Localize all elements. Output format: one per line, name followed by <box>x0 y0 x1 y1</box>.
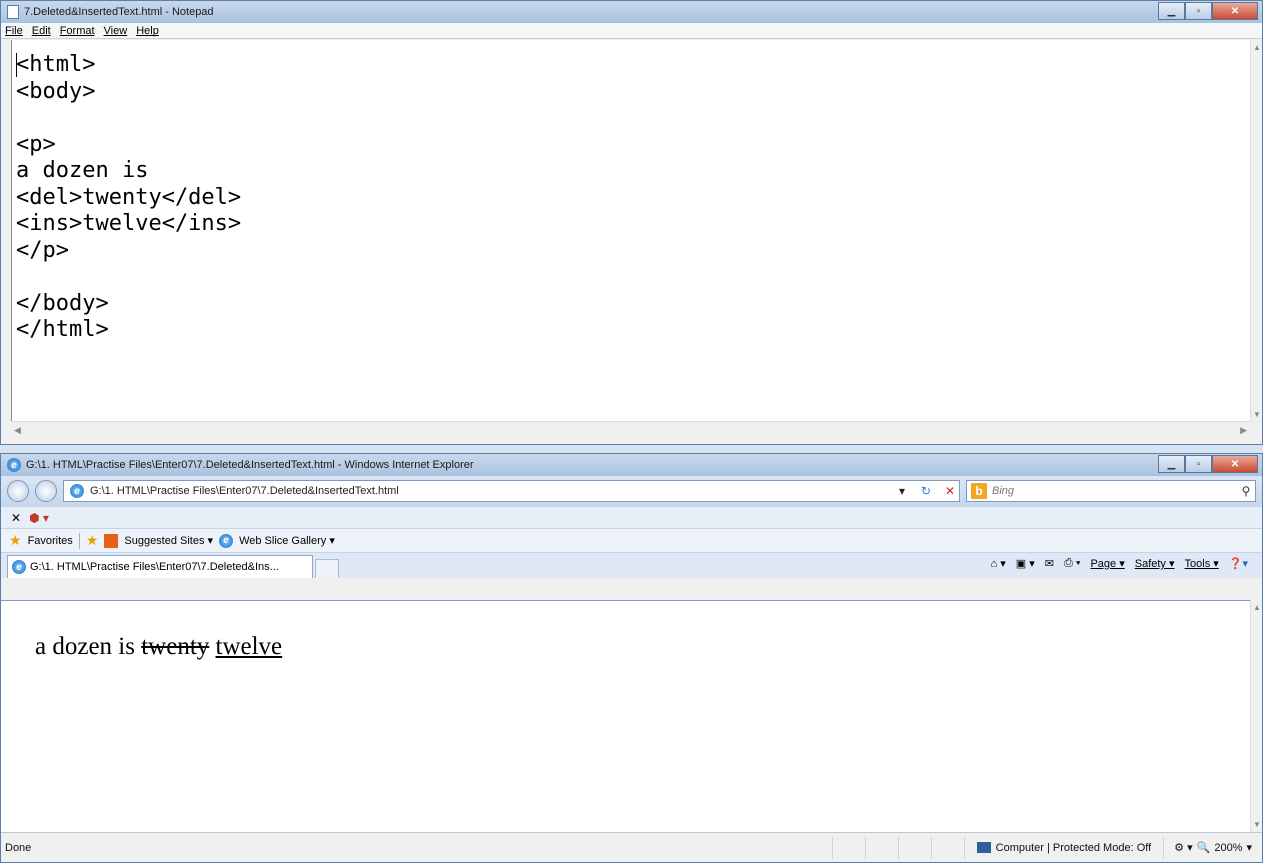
separator <box>78 532 80 549</box>
plain-text: a dozen is <box>35 633 135 660</box>
scroll-up-icon[interactable]: ▲ <box>1253 43 1261 52</box>
close-toolbar-icon[interactable]: ✕ <box>11 511 21 525</box>
scroll-down-icon[interactable]: ▼ <box>1253 820 1261 829</box>
notepad-horizontal-scrollbar[interactable]: ◀ ▶ <box>11 421 1250 438</box>
maximize-button[interactable]: ▫ <box>1185 2 1212 20</box>
favorites-star-icon: ★ <box>9 532 22 548</box>
notepad-vertical-scrollbar[interactable]: ▲ ▼ <box>1250 40 1262 422</box>
bing-logo-icon: b <box>971 483 987 499</box>
favorites-bar: ★ Favorites ★ Suggested Sites ▾ e Web Sl… <box>1 528 1262 552</box>
addon-icon[interactable]: ⬢ ▾ <box>29 511 49 525</box>
code-line: </body> <box>16 290 109 316</box>
back-button[interactable] <box>7 480 29 502</box>
menu-format[interactable]: Format <box>60 25 95 37</box>
security-zone[interactable]: Computer | Protected Mode: Off <box>963 836 1164 859</box>
notepad-text-area[interactable]: <html> <body> <p> a dozen is <del>twenty… <box>11 40 1250 422</box>
zoom-control[interactable]: ⚙ ▾ 🔍 200% ▾ <box>1163 836 1262 859</box>
source-code: <html> <body> <p> a dozen is <del>twenty… <box>12 40 1250 344</box>
code-line: <p> <box>16 131 56 157</box>
menu-file[interactable]: File <box>5 25 23 37</box>
code-line: a dozen is <box>16 158 149 183</box>
code-line: </html> <box>16 317 109 342</box>
menu-edit[interactable]: Edit <box>32 25 51 37</box>
minimize-button[interactable]: ▁ <box>1158 2 1185 20</box>
zone-text: Computer | Protected Mode: Off <box>995 841 1152 854</box>
code-line: <del>twenty</del> <box>16 184 242 210</box>
address-row: e G:\1. HTML\Practise Files\Enter07\7.De… <box>1 476 1262 506</box>
tools-menu[interactable]: Tools ▾ <box>1185 557 1219 570</box>
notepad-menubar: File Edit Format View Help <box>1 23 1262 39</box>
address-text: G:\1. HTML\Practise Files\Enter07\7.Dele… <box>90 485 399 497</box>
stop-icon[interactable]: ✕ <box>941 482 959 500</box>
close-button[interactable]: ✕ <box>1212 2 1258 20</box>
minimize-button[interactable]: ▁ <box>1158 455 1185 473</box>
maximize-button[interactable]: ▫ <box>1185 455 1212 473</box>
protected-mode-icon[interactable]: ⚙ ▾ <box>1174 841 1192 854</box>
notepad-window: 7.Deleted&InsertedText.html - Notepad ▁ … <box>0 0 1263 445</box>
safety-menu[interactable]: Safety ▾ <box>1135 557 1175 570</box>
ie-titlebar[interactable]: e G:\1. HTML\Practise Files\Enter07\7.De… <box>1 454 1262 476</box>
zoom-level: 200% <box>1214 841 1243 854</box>
search-icon[interactable]: ⚲ <box>1237 482 1255 500</box>
menu-help[interactable]: Help <box>136 25 159 37</box>
home-icon[interactable]: ⌂ ▾ <box>991 557 1006 570</box>
notepad-titlebar[interactable]: 7.Deleted&InsertedText.html - Notepad ▁ … <box>1 1 1262 23</box>
code-line: <body> <box>16 78 96 104</box>
web-slice-icon: e <box>219 533 234 548</box>
page-menu[interactable]: Page ▾ <box>1090 557 1124 570</box>
print-icon[interactable]: ⎙ ▾ <box>1064 557 1080 570</box>
code-line: <ins>twelve</ins> <box>16 211 242 236</box>
mail-icon[interactable]: ✉ <box>1045 557 1054 570</box>
search-box[interactable]: b Bing ⚲ <box>966 480 1256 502</box>
search-placeholder: Bing <box>992 485 1015 497</box>
ie-title: G:\1. HTML\Practise Files\Enter07\7.Dele… <box>26 459 474 471</box>
forward-button[interactable] <box>35 480 57 502</box>
suggested-sites-icon <box>104 533 119 548</box>
tab-title: G:\1. HTML\Practise Files\Enter07\7.Dele… <box>30 561 279 573</box>
web-slice-gallery-link[interactable]: Web Slice Gallery ▾ <box>239 534 335 547</box>
window-controls: ▁ ▫ ✕ <box>1158 455 1258 473</box>
ie-vertical-scrollbar[interactable]: ▲ ▼ <box>1250 600 1262 832</box>
menu-view[interactable]: View <box>104 25 128 37</box>
command-row: ✕ ⬢ ▾ <box>1 506 1262 528</box>
code-line: </p> <box>16 237 69 263</box>
computer-icon <box>976 842 991 853</box>
zoom-dropdown-icon[interactable]: ▾ <box>1246 841 1252 854</box>
scroll-up-icon[interactable]: ▲ <box>1253 603 1261 612</box>
deleted-text: twenty <box>141 633 210 660</box>
status-text: Done <box>5 841 32 854</box>
command-bar: ⌂ ▾ ▣ ▾ ✉ ⎙ ▾ Page ▾ Safety ▾ Tools ▾ ❓▾ <box>991 557 1248 570</box>
rendered-paragraph: a dozen is twenty twelve <box>1 601 1250 661</box>
window-controls: ▁ ▫ ✕ <box>1158 2 1258 20</box>
feeds-icon[interactable]: ▣ ▾ <box>1016 557 1035 570</box>
tab-page-icon: e <box>12 560 26 574</box>
help-icon[interactable]: ❓▾ <box>1229 557 1248 570</box>
code-line: <html> <box>16 52 96 77</box>
status-bar: Done Computer | Protected Mode: Off ⚙ ▾ … <box>1 832 1262 862</box>
inserted-text: twelve <box>215 633 283 660</box>
scroll-down-icon[interactable]: ▼ <box>1253 410 1261 419</box>
scroll-left-icon[interactable]: ◀ <box>14 425 21 436</box>
page-icon: e <box>70 484 84 498</box>
scroll-right-icon[interactable]: ▶ <box>1240 425 1247 436</box>
notepad-title: 7.Deleted&InsertedText.html - Notepad <box>24 6 214 18</box>
notepad-icon <box>7 5 19 19</box>
suggested-sites-link[interactable]: Suggested Sites ▾ <box>124 534 213 547</box>
zoom-icon: 🔍 <box>1196 842 1211 854</box>
add-favorite-icon[interactable]: ★ <box>86 532 99 549</box>
new-tab-button[interactable] <box>315 559 339 578</box>
tab-row: e G:\1. HTML\Practise Files\Enter07\7.De… <box>1 552 1262 578</box>
address-dropdown-icon[interactable]: ▾ <box>893 482 911 500</box>
tab-current[interactable]: e G:\1. HTML\Practise Files\Enter07\7.De… <box>7 555 313 578</box>
favorites-button[interactable]: Favorites <box>28 535 73 547</box>
text-caret <box>16 53 17 77</box>
ie-window: e G:\1. HTML\Practise Files\Enter07\7.De… <box>0 453 1263 863</box>
close-button[interactable]: ✕ <box>1212 455 1258 473</box>
page-content: a dozen is twenty twelve <box>1 600 1250 832</box>
refresh-icon[interactable]: ↻ <box>917 482 935 500</box>
address-bar[interactable]: e G:\1. HTML\Practise Files\Enter07\7.De… <box>63 480 960 502</box>
ie-logo-icon: e <box>7 458 21 472</box>
